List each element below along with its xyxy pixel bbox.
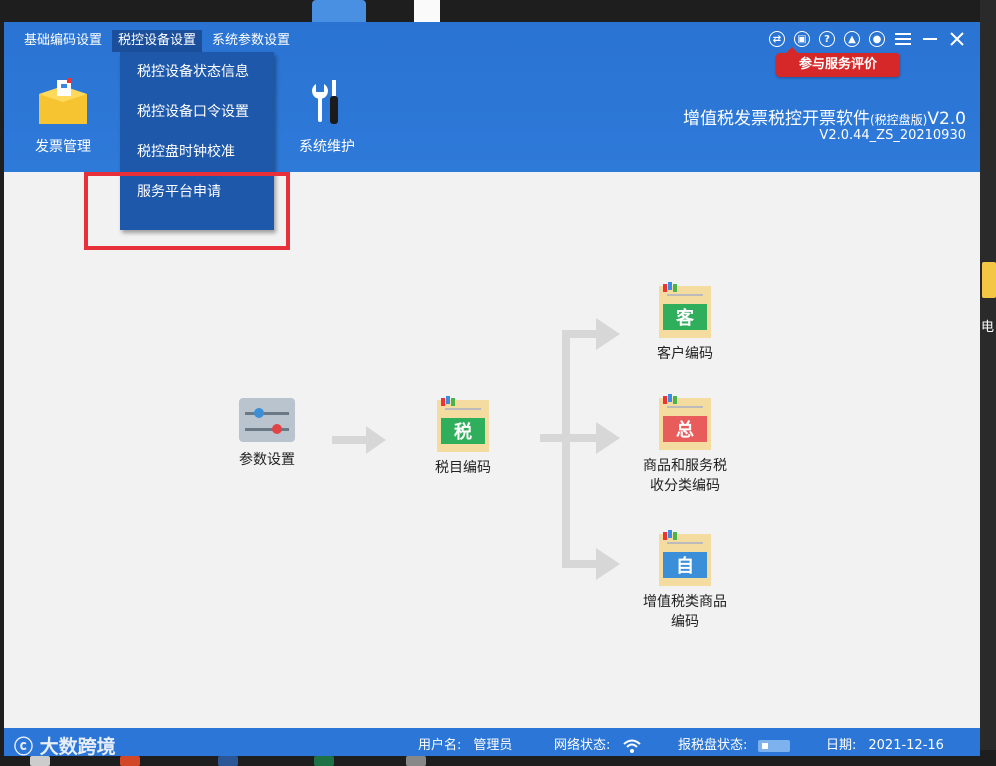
- vat-goods-label-line2: 编码: [671, 614, 699, 630]
- desktop-icon-top: [312, 0, 366, 22]
- desktop-folder-icon[interactable]: [982, 262, 996, 298]
- service-feedback-button[interactable]: 参与服务评价: [776, 47, 900, 77]
- svg-text:税: 税: [454, 421, 472, 443]
- param-settings-node[interactable]: 参数设置: [222, 394, 312, 470]
- vat-folder-icon: 自: [659, 530, 711, 586]
- app-title: 增值税发票税控开票软件(税控盘版)V2.0: [682, 109, 966, 129]
- lock-icon[interactable]: ▲: [844, 31, 860, 47]
- vat-goods-label-line1: 增值税类商品: [643, 594, 727, 610]
- svg-text:自: 自: [676, 555, 694, 577]
- goods-services-coding-node[interactable]: 总 商品和服务税 收分类编码: [624, 392, 746, 496]
- wifi-icon: [622, 739, 641, 753]
- status-user: 用户名: 管理员: [418, 738, 513, 753]
- powerpoint-icon[interactable]: [120, 756, 140, 766]
- invoice-box-icon: [39, 78, 87, 124]
- tax-item-coding-label: 税目编码: [435, 460, 491, 476]
- svg-text:总: 总: [676, 419, 694, 441]
- tax-folder-icon: 税: [437, 396, 489, 452]
- vat-goods-coding-node[interactable]: 自 增值税类商品 编码: [624, 528, 746, 632]
- status-network: 网络状态:: [554, 734, 641, 753]
- customer-coding-node[interactable]: 客 客户编码: [640, 280, 730, 364]
- app-build-version: V2.0.44_ZS_20210930: [819, 128, 966, 143]
- menu-basic-coding[interactable]: 基础编码设置: [18, 30, 108, 52]
- highlight-box: [84, 172, 290, 250]
- dropdown-item-device-password[interactable]: 税控设备口令设置: [120, 92, 274, 132]
- status-date: 日期: 2021-12-16: [826, 738, 944, 753]
- taskbar-app-icon-2[interactable]: [406, 756, 426, 766]
- flow-arrow-1: [332, 426, 386, 454]
- param-settings-label: 参数设置: [239, 452, 295, 468]
- goods-services-label-line2: 收分类编码: [650, 478, 720, 494]
- feedback-icon[interactable]: ▣: [794, 31, 810, 47]
- flow-branch-arrows: [540, 318, 620, 580]
- watermark-logo-icon: ⓒ: [14, 736, 34, 756]
- status-bar: 用户名: 管理员 网络状态: 报税盘状态: 日期: 2021-12-16: [4, 728, 980, 756]
- sliders-icon: [239, 398, 295, 442]
- system-maintenance-label: 系统维护: [299, 139, 355, 155]
- window-controls: ⇄ ▣ ? ▲ ●: [760, 30, 966, 48]
- taskbar-app-icon[interactable]: [30, 756, 50, 766]
- menu-icon[interactable]: [894, 30, 912, 48]
- switch-icon[interactable]: ⇄: [769, 31, 785, 47]
- user-icon[interactable]: ●: [869, 31, 885, 47]
- tax-disk-icon: [757, 739, 790, 752]
- app-window: 基础编码设置 税控设备设置 系统参数设置 ⇄ ▣ ? ▲ ● 参与服务评价 发票…: [4, 22, 980, 756]
- desktop-icon-top-file: [414, 0, 440, 22]
- dropdown-item-clock-calibration[interactable]: 税控盘时钟校准: [120, 132, 274, 172]
- invoice-management-button[interactable]: 发票管理: [28, 78, 98, 156]
- customer-coding-label: 客户编码: [657, 346, 713, 362]
- close-icon[interactable]: [948, 30, 966, 48]
- tax-item-coding-node[interactable]: 税 税目编码: [418, 394, 508, 478]
- status-disk: 报税盘状态:: [678, 734, 790, 753]
- minimize-icon[interactable]: [921, 30, 939, 48]
- invoice-management-label: 发票管理: [35, 139, 91, 155]
- goods-services-label-line1: 商品和服务税: [643, 458, 727, 474]
- svg-text:客: 客: [676, 307, 695, 329]
- goods-folder-icon: 总: [659, 394, 711, 450]
- word-icon[interactable]: [218, 756, 238, 766]
- menu-tax-device[interactable]: 税控设备设置: [112, 30, 203, 52]
- dropdown-item-device-status[interactable]: 税控设备状态信息: [120, 52, 274, 92]
- desktop-strip: [980, 0, 996, 766]
- wrench-screwdriver-icon: [312, 80, 338, 124]
- watermark: ⓒ 大数跨境: [14, 736, 116, 756]
- system-maintenance-button[interactable]: 系统维护: [292, 78, 362, 156]
- customer-folder-icon: 客: [659, 282, 711, 338]
- menu-system-params[interactable]: 系统参数设置: [206, 30, 296, 52]
- desktop-label: 电: [981, 320, 995, 335]
- menu-bar: 基础编码设置 税控设备设置 系统参数设置: [18, 30, 300, 52]
- help-icon[interactable]: ?: [819, 31, 835, 47]
- excel-icon[interactable]: [314, 756, 334, 766]
